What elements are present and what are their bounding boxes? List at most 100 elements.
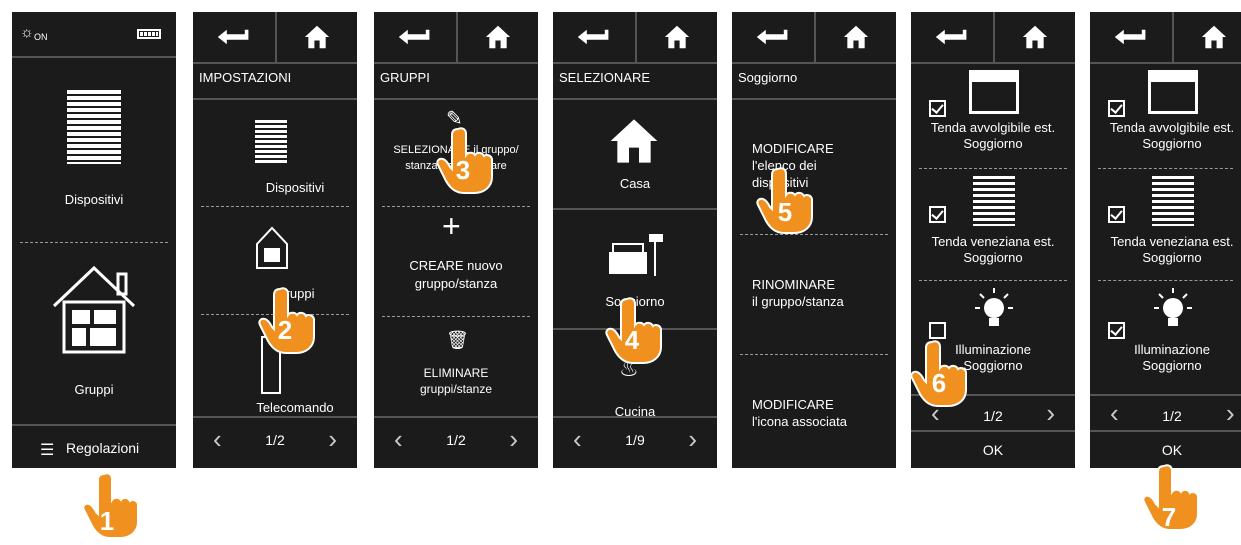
- hand-pointer-icon: 7: [1142, 462, 1202, 537]
- home-button[interactable]: [276, 12, 357, 62]
- devices-tile[interactable]: Dispositivi: [12, 58, 176, 242]
- menu-item-devices[interactable]: Dispositivi: [193, 100, 357, 206]
- pager: ‹ 1/2 ›: [193, 416, 357, 468]
- ok-button[interactable]: OK: [911, 430, 1075, 468]
- edit-icon-item[interactable]: MODIFICARE l'icona associata: [732, 356, 896, 466]
- home-button[interactable]: [815, 12, 896, 62]
- nav-bar: [374, 12, 538, 64]
- device-name-line1: Tenda veneziana est.: [1110, 234, 1234, 249]
- venetian-blind-icon: [1152, 176, 1194, 226]
- ok-label: OK: [982, 442, 1004, 458]
- sofa-lamp-icon: [609, 234, 663, 276]
- house-icon: [609, 116, 659, 166]
- create-group-item[interactable]: + CREARE nuovo gruppo/stanza: [374, 208, 538, 316]
- back-button[interactable]: [374, 12, 456, 62]
- device-checkbox[interactable]: [929, 206, 946, 223]
- device-row[interactable]: Tenda avvolgibile est. Soggiorno: [1090, 64, 1241, 164]
- rename-group-item[interactable]: RINOMINARE il gruppo/stanza: [732, 236, 896, 354]
- venetian-blind-icon: [973, 176, 1015, 226]
- device-row[interactable]: Tenda avvolgibile est. Soggiorno: [911, 64, 1075, 164]
- step-number: 2: [277, 315, 293, 345]
- back-button[interactable]: [193, 12, 275, 62]
- home-icon: [664, 24, 690, 50]
- next-page-icon[interactable]: ›: [1046, 398, 1055, 429]
- pager: ‹ 1/2 ›: [374, 416, 538, 468]
- home-icon: [843, 24, 869, 50]
- divider: [20, 242, 168, 243]
- room-label: Casa: [619, 176, 651, 191]
- next-page-icon[interactable]: ›: [509, 424, 518, 455]
- device-checkbox[interactable]: [1108, 206, 1125, 223]
- back-button[interactable]: [911, 12, 993, 62]
- groups-tile[interactable]: Gruppi: [12, 244, 176, 424]
- device-checkbox[interactable]: [929, 322, 946, 339]
- home-button[interactable]: [636, 12, 717, 62]
- step-number: 4: [624, 325, 640, 355]
- back-arrow-icon: [576, 28, 612, 46]
- step-number: 6: [931, 368, 947, 398]
- device-name-line1: Tenda veneziana est.: [931, 234, 1055, 249]
- back-button[interactable]: [553, 12, 635, 62]
- option-line1: RINOMINARE: [752, 277, 836, 292]
- pager: ‹ 1/9 ›: [553, 416, 717, 468]
- roller-blind-icon: [1148, 70, 1198, 114]
- device-name-line1: Tenda avvolgibile est.: [1109, 120, 1235, 135]
- item-line1: CREARE nuovo: [409, 258, 503, 273]
- hand-pointer-icon: 3: [436, 125, 496, 200]
- hand-pointer-icon: 2: [258, 285, 318, 360]
- step-number: 3: [455, 155, 471, 185]
- step-number: 1: [99, 506, 115, 536]
- nav-bar: [1090, 12, 1241, 64]
- delete-group-item[interactable]: 🗑 ELIMINARE gruppi/stanze: [374, 318, 538, 418]
- step-number: 7: [1161, 502, 1177, 532]
- next-page-icon[interactable]: ›: [688, 424, 697, 455]
- device-name-line2: Soggiorno: [963, 250, 1023, 265]
- battery-icon: [137, 29, 161, 39]
- device-checkbox[interactable]: [1108, 322, 1125, 339]
- hand-pointer-icon: 6: [910, 338, 970, 413]
- page-indicator: 1/2: [1162, 408, 1182, 424]
- device-name-line2: Soggiorno: [1142, 358, 1202, 373]
- blind-icon: [255, 120, 287, 164]
- back-button[interactable]: [732, 12, 814, 62]
- item-line2: gruppi/stanze: [419, 382, 493, 396]
- room-item-casa[interactable]: Casa: [553, 100, 717, 206]
- house-icon: [256, 226, 288, 269]
- page-title: SELEZIONARE: [559, 70, 651, 85]
- nav-bar: [732, 12, 896, 64]
- light-bulb-icon: [975, 288, 1013, 326]
- screen-groups: GRUPPI ✎ SELEZIONARE il gruppo/ stanza d…: [374, 12, 538, 468]
- trash-icon: 🗑: [446, 330, 469, 350]
- hand-pointer-icon: 5: [756, 165, 816, 240]
- option-line1: MODIFICARE: [752, 397, 834, 412]
- device-checkbox[interactable]: [929, 100, 946, 117]
- device-row[interactable]: Tenda veneziana est. Soggiorno: [1090, 170, 1241, 278]
- menu-item-label: Dispositivi: [265, 180, 325, 195]
- home-button[interactable]: [994, 12, 1075, 62]
- device-row[interactable]: Tenda veneziana est. Soggiorno: [911, 170, 1075, 278]
- screen-settings: IMPOSTAZIONI Dispositivi Gruppi Telecoma…: [193, 12, 357, 468]
- device-name-line1: Tenda avvolgibile est.: [930, 120, 1056, 135]
- home-button[interactable]: [457, 12, 538, 62]
- device-checkbox[interactable]: [1108, 100, 1125, 117]
- roller-blind-icon: [969, 70, 1019, 114]
- next-page-icon[interactable]: ›: [1226, 398, 1235, 429]
- hand-pointer-icon: 4: [605, 295, 665, 370]
- screen-select-room: SELEZIONARE Casa Soggiorno ♨ Cucina ‹ 1/…: [553, 12, 717, 468]
- page-title: IMPOSTAZIONI: [199, 70, 292, 85]
- settings-button[interactable]: ☰ Regolazioni: [12, 424, 176, 468]
- next-page-icon[interactable]: ›: [328, 424, 337, 455]
- home-icon: [485, 24, 511, 50]
- sun-on-icon: ☼: [20, 24, 34, 41]
- home-icon: [1201, 24, 1227, 50]
- device-name-line2: Soggiorno: [1142, 136, 1202, 151]
- back-button[interactable]: [1090, 12, 1172, 62]
- devices-label: Dispositivi: [64, 192, 124, 207]
- back-arrow-icon: [755, 28, 791, 46]
- page-title: GRUPPI: [380, 70, 430, 85]
- home-icon: [304, 24, 330, 50]
- item-line1: ELIMINARE: [423, 366, 489, 380]
- device-row[interactable]: Illuminazione Soggiorno: [1090, 282, 1241, 396]
- home-button[interactable]: [1173, 12, 1241, 62]
- settings-label: Regolazioni: [66, 440, 140, 456]
